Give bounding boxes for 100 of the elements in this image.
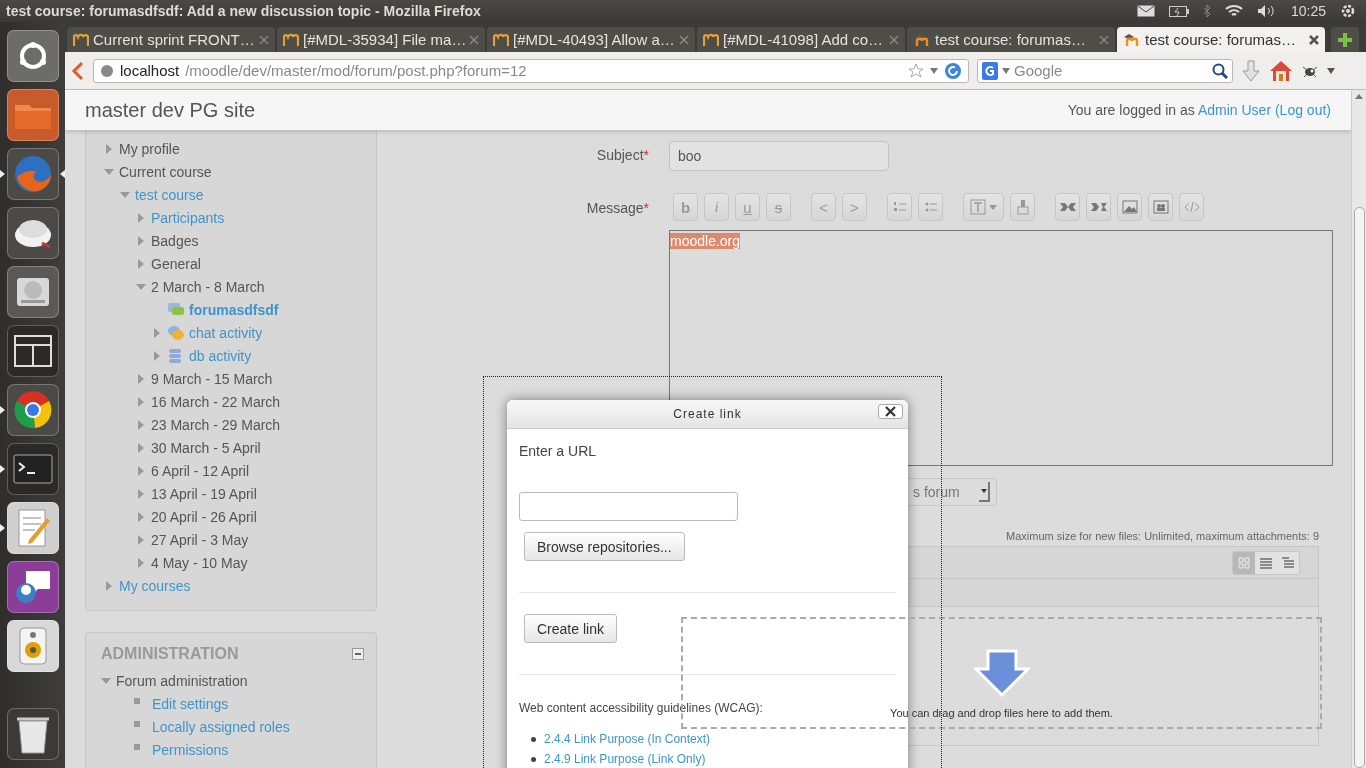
star-icon[interactable] — [908, 62, 924, 79]
site-name[interactable]: master dev PG site — [85, 98, 256, 122]
close-icon[interactable] — [1309, 34, 1319, 45]
nav-item[interactable]: 6 April - 12 April — [151, 462, 250, 479]
wcag-link[interactable]: 2.4.4 Link Purpose (In Context) — [544, 732, 711, 746]
battery-icon[interactable] — [1168, 5, 1189, 17]
expanded-arrow-icon[interactable] — [104, 166, 114, 177]
collapsed-arrow-icon[interactable] — [136, 235, 146, 246]
nav-item[interactable]: General — [151, 255, 201, 272]
globe-icon[interactable] — [6, 148, 59, 200]
collapsed-arrow-icon[interactable] — [136, 511, 146, 522]
browser-tab[interactable]: [#MDL-41098] Add co… — [697, 27, 905, 52]
collapse-icon[interactable] — [352, 648, 364, 660]
collapsed-arrow-icon[interactable] — [136, 488, 146, 499]
nav-item[interactable]: 13 April - 19 April — [151, 485, 257, 502]
wifi-icon[interactable] — [1224, 4, 1243, 18]
reload-icon[interactable] — [944, 61, 962, 80]
browser-tab[interactable]: [#MDL-35934] File ma… — [277, 27, 485, 52]
volume-icon[interactable] — [1256, 4, 1277, 18]
search-icon[interactable] — [1212, 62, 1228, 79]
toolbar-button[interactable] — [1010, 193, 1035, 221]
toolbar-button[interactable] — [1179, 193, 1204, 221]
collapsed-arrow-icon[interactable] — [136, 419, 146, 430]
toolbar-button[interactable] — [1148, 193, 1173, 221]
nav-item[interactable]: 9 March - 15 March — [151, 370, 273, 387]
scroll-up-icon[interactable] — [1355, 94, 1363, 99]
download-icon[interactable] — [1241, 59, 1261, 82]
new-tab-button[interactable] — [1331, 27, 1359, 52]
hard-drive-icon[interactable] — [6, 266, 59, 318]
folder-icon[interactable] — [6, 89, 59, 141]
logout-link[interactable]: (Log out) — [1274, 102, 1331, 118]
collapsed-arrow-icon[interactable] — [152, 350, 162, 361]
nav-item[interactable]: My profile — [119, 140, 180, 157]
toolbar-button[interactable] — [1055, 193, 1080, 221]
create-link-button[interactable]: Create link — [524, 614, 617, 643]
toolbar-button[interactable] — [887, 193, 912, 221]
menu-caret-icon[interactable] — [1327, 67, 1335, 74]
user-link[interactable]: Admin User — [1197, 102, 1272, 118]
scrollbar[interactable] — [1351, 90, 1366, 768]
toolbar-button[interactable] — [963, 193, 1004, 221]
expanded-arrow-icon[interactable] — [120, 189, 130, 200]
subject-field[interactable]: boo — [669, 141, 889, 171]
text-editor-icon[interactable] — [6, 502, 59, 554]
expanded-arrow-icon[interactable] — [136, 281, 146, 292]
nav-item[interactable]: 23 March - 29 March — [151, 416, 281, 433]
browser-tab[interactable]: test course: forumas… — [907, 27, 1115, 52]
dropdown-caret-icon[interactable] — [930, 67, 938, 74]
speaker-icon[interactable] — [6, 620, 59, 672]
collapsed-arrow-icon[interactable] — [136, 258, 146, 269]
bluetooth-icon[interactable] — [1202, 4, 1211, 18]
home-icon[interactable] — [1269, 59, 1293, 82]
toolbar-button[interactable] — [1117, 193, 1142, 221]
close-button[interactable] — [878, 404, 903, 419]
nav-item[interactable]: 20 April - 26 April — [151, 508, 257, 525]
chat-bubble-icon[interactable] — [6, 561, 59, 613]
workspace-icon[interactable] — [6, 325, 59, 377]
browser-tab[interactable]: Current sprint FRONT… — [67, 27, 275, 52]
search-engine-icon[interactable] — [982, 61, 998, 80]
address-bar[interactable]: localhost /moodle/dev/master/mod/forum/post.php?forum=12 — [93, 58, 969, 83]
collapsed-arrow-icon[interactable] — [136, 373, 146, 384]
browser-tab[interactable]: test course: forumas… — [1117, 27, 1325, 52]
expanded-arrow-icon[interactable] — [101, 675, 111, 686]
dropdown-caret-icon — [980, 489, 987, 493]
clock-time[interactable]: 10:25 — [1290, 3, 1326, 19]
dropdown-caret-icon[interactable] — [1002, 67, 1010, 74]
collapsed-arrow-icon[interactable] — [136, 212, 146, 223]
url-field[interactable] — [519, 492, 738, 521]
collapsed-arrow-icon[interactable] — [104, 580, 114, 591]
collapsed-arrow-icon[interactable] — [104, 143, 114, 154]
nav-item[interactable]: 4 May - 10 May — [151, 554, 248, 571]
nav-item[interactable]: 30 March - 5 April — [151, 439, 261, 456]
search-field[interactable]: Google — [977, 58, 1233, 83]
toolbar-button[interactable] — [918, 193, 943, 221]
collapsed-arrow-icon[interactable] — [136, 557, 146, 568]
nav-item[interactable]: 27 April - 3 May — [151, 531, 249, 548]
terminal-icon[interactable] — [6, 443, 59, 495]
nav-item[interactable]: 2 March - 8 March — [151, 278, 265, 295]
toolbar-button[interactable] — [1086, 193, 1111, 221]
collapsed-arrow-icon[interactable] — [136, 396, 146, 407]
view-button[interactable] — [1233, 551, 1255, 574]
mail-icon[interactable] — [1136, 5, 1155, 17]
nav-item[interactable]: Forum administration — [116, 672, 248, 689]
view-button[interactable] — [1277, 551, 1299, 574]
collapsed-arrow-icon[interactable] — [136, 465, 146, 476]
collapsed-arrow-icon[interactable] — [136, 534, 146, 545]
collapsed-arrow-icon[interactable] — [152, 327, 162, 338]
bullet-icon — [531, 756, 536, 762]
round-browser-icon[interactable] — [6, 384, 59, 436]
browse-button[interactable]: Browse repositories... — [524, 532, 685, 561]
wcag-link[interactable]: 2.4.9 Link Purpose (Link Only) — [544, 752, 706, 766]
browser-tab[interactable]: [#MDL-40493] Allow a… — [487, 27, 695, 52]
nav-item[interactable]: Current course — [119, 163, 212, 180]
view-button[interactable] — [1255, 551, 1277, 574]
collapsed-arrow-icon[interactable] — [136, 442, 146, 453]
nav-item[interactable]: 16 March - 22 March — [151, 393, 281, 410]
trash-icon[interactable] — [6, 708, 59, 760]
back-icon[interactable] — [71, 60, 85, 81]
power-icon[interactable] — [1340, 3, 1356, 19]
nav-item[interactable]: Badges — [151, 232, 199, 249]
logo-icon[interactable] — [6, 30, 59, 82]
